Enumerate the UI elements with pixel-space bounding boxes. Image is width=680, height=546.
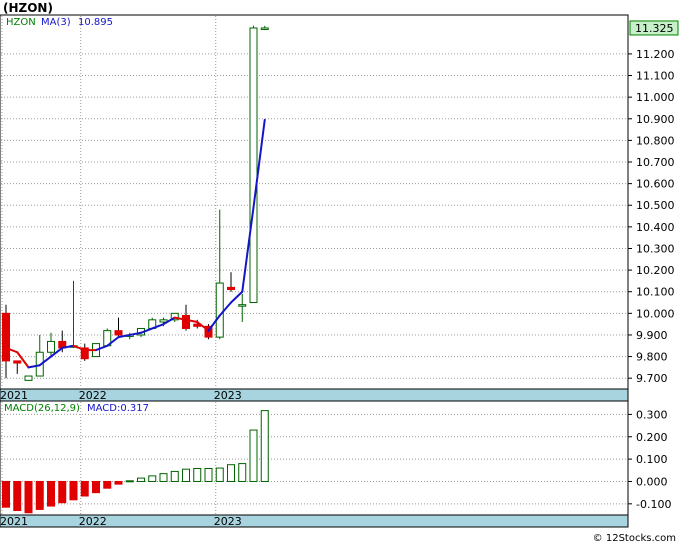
macd-bar [148,475,157,482]
price-y-tick-label: 11.100 [636,70,675,83]
macd-bar [204,468,213,482]
price-panel: 11.200 11.100 11.000 10.900 10.800 10.700 10.6… [0,14,679,390]
macd-bar [103,480,112,489]
macd-panel-frame [0,400,629,516]
macd-bar [35,480,44,510]
macd-bar [69,480,78,501]
macd-y-tick-label: 0.100 [636,453,668,466]
macd-bar [137,477,145,482]
price-x-tick-label: 2023 [214,389,242,402]
macd-bar [249,429,258,482]
price-y-tick-label: 10.300 [636,242,675,255]
chart-title: (HZON) [3,1,53,15]
price-y-tick-label: 10.400 [636,221,675,234]
candle-body [238,304,247,307]
candle-body [24,375,33,381]
macd-legend-title: MACD(26,12,9) [4,403,80,414]
price-y-tick-label: 11.000 [636,91,675,104]
price-y-tick-label: 9.800 [636,351,668,364]
macd-bar [159,473,168,482]
price-y-tick-label: 10.200 [636,264,675,277]
legend-ma-value: 10.895 [78,17,113,28]
legend-ticker: HZON [6,17,36,28]
last-price-label: 11.325 [635,22,674,35]
price-y-tick-label: 10.600 [636,178,675,191]
price-y-tick-label: 10.700 [636,156,675,169]
macd-legend-value: MACD:0.317 [87,403,149,414]
macd-bar [2,480,10,508]
macd-bar [13,480,22,512]
macd-x-tick-label: 2022 [79,515,107,528]
macd-bar [58,480,67,504]
price-y-tick-label: 10.100 [636,286,675,299]
macd-bar [125,480,134,483]
candle-body [260,27,269,30]
macd-bar [215,467,224,482]
candle-body [13,360,22,364]
candle-body [215,282,224,338]
candle-body [47,340,55,353]
macd-y-tick-label: -0.100 [636,498,671,511]
macd-panel: 0.300 0.200 0.100 0.000 -0.100 MACD(26,12,9)… [0,400,671,516]
macd-x-axis: 2021 2022 2023 [0,514,629,528]
macd-bar [260,410,269,482]
macd-bar [193,468,202,482]
macd-bar [170,470,179,482]
macd-bar [238,463,247,482]
candle-body [249,27,258,304]
price-y-tick-label: 11.200 [636,48,675,61]
price-y-tick-label: 10.900 [636,113,675,126]
macd-y-tick-label: 0.000 [636,475,668,488]
macd-bar [92,480,100,494]
price-y-tick-label: 10.500 [636,199,675,212]
macd-y-tick-label: 0.300 [636,408,668,421]
stock-chart: (HZON) 11.200 11.100 11.000 10.900 10.800 10.… [0,0,680,546]
price-y-tick-label: 9.900 [636,329,668,342]
macd-bar [182,468,190,482]
macd-x-tick-label: 2023 [214,515,242,528]
candle-body [114,330,123,336]
macd-legend: MACD(26,12,9) MACD:0.317 [4,403,149,414]
macd-bar [47,480,55,507]
price-x-tick-label: 2022 [79,389,107,402]
price-x-axis: 2021 2022 2023 [0,388,629,402]
macd-x-tick-label: 2021 [0,515,28,528]
macd-bar [24,480,33,514]
macd-bar [227,464,235,482]
price-y-tick-label: 10.000 [636,307,675,320]
macd-bar [114,480,123,485]
price-y-tick-label: 10.800 [636,134,675,147]
macd-y-tick-label: 0.200 [636,431,668,444]
candle-body [2,312,10,362]
price-y-tick-label: 9.700 [636,372,668,385]
candle-body [182,314,190,329]
legend-ma: MA(3) [41,17,71,28]
candle-body [227,286,235,291]
price-legend: HZON MA(3) 10.895 [6,17,113,28]
price-panel-frame [0,14,629,390]
macd-bar [80,480,89,497]
price-x-tick-label: 2021 [0,389,28,402]
last-price-tag: 11.325 [629,20,679,36]
footer-credit: © 12Stocks.com [593,533,676,544]
